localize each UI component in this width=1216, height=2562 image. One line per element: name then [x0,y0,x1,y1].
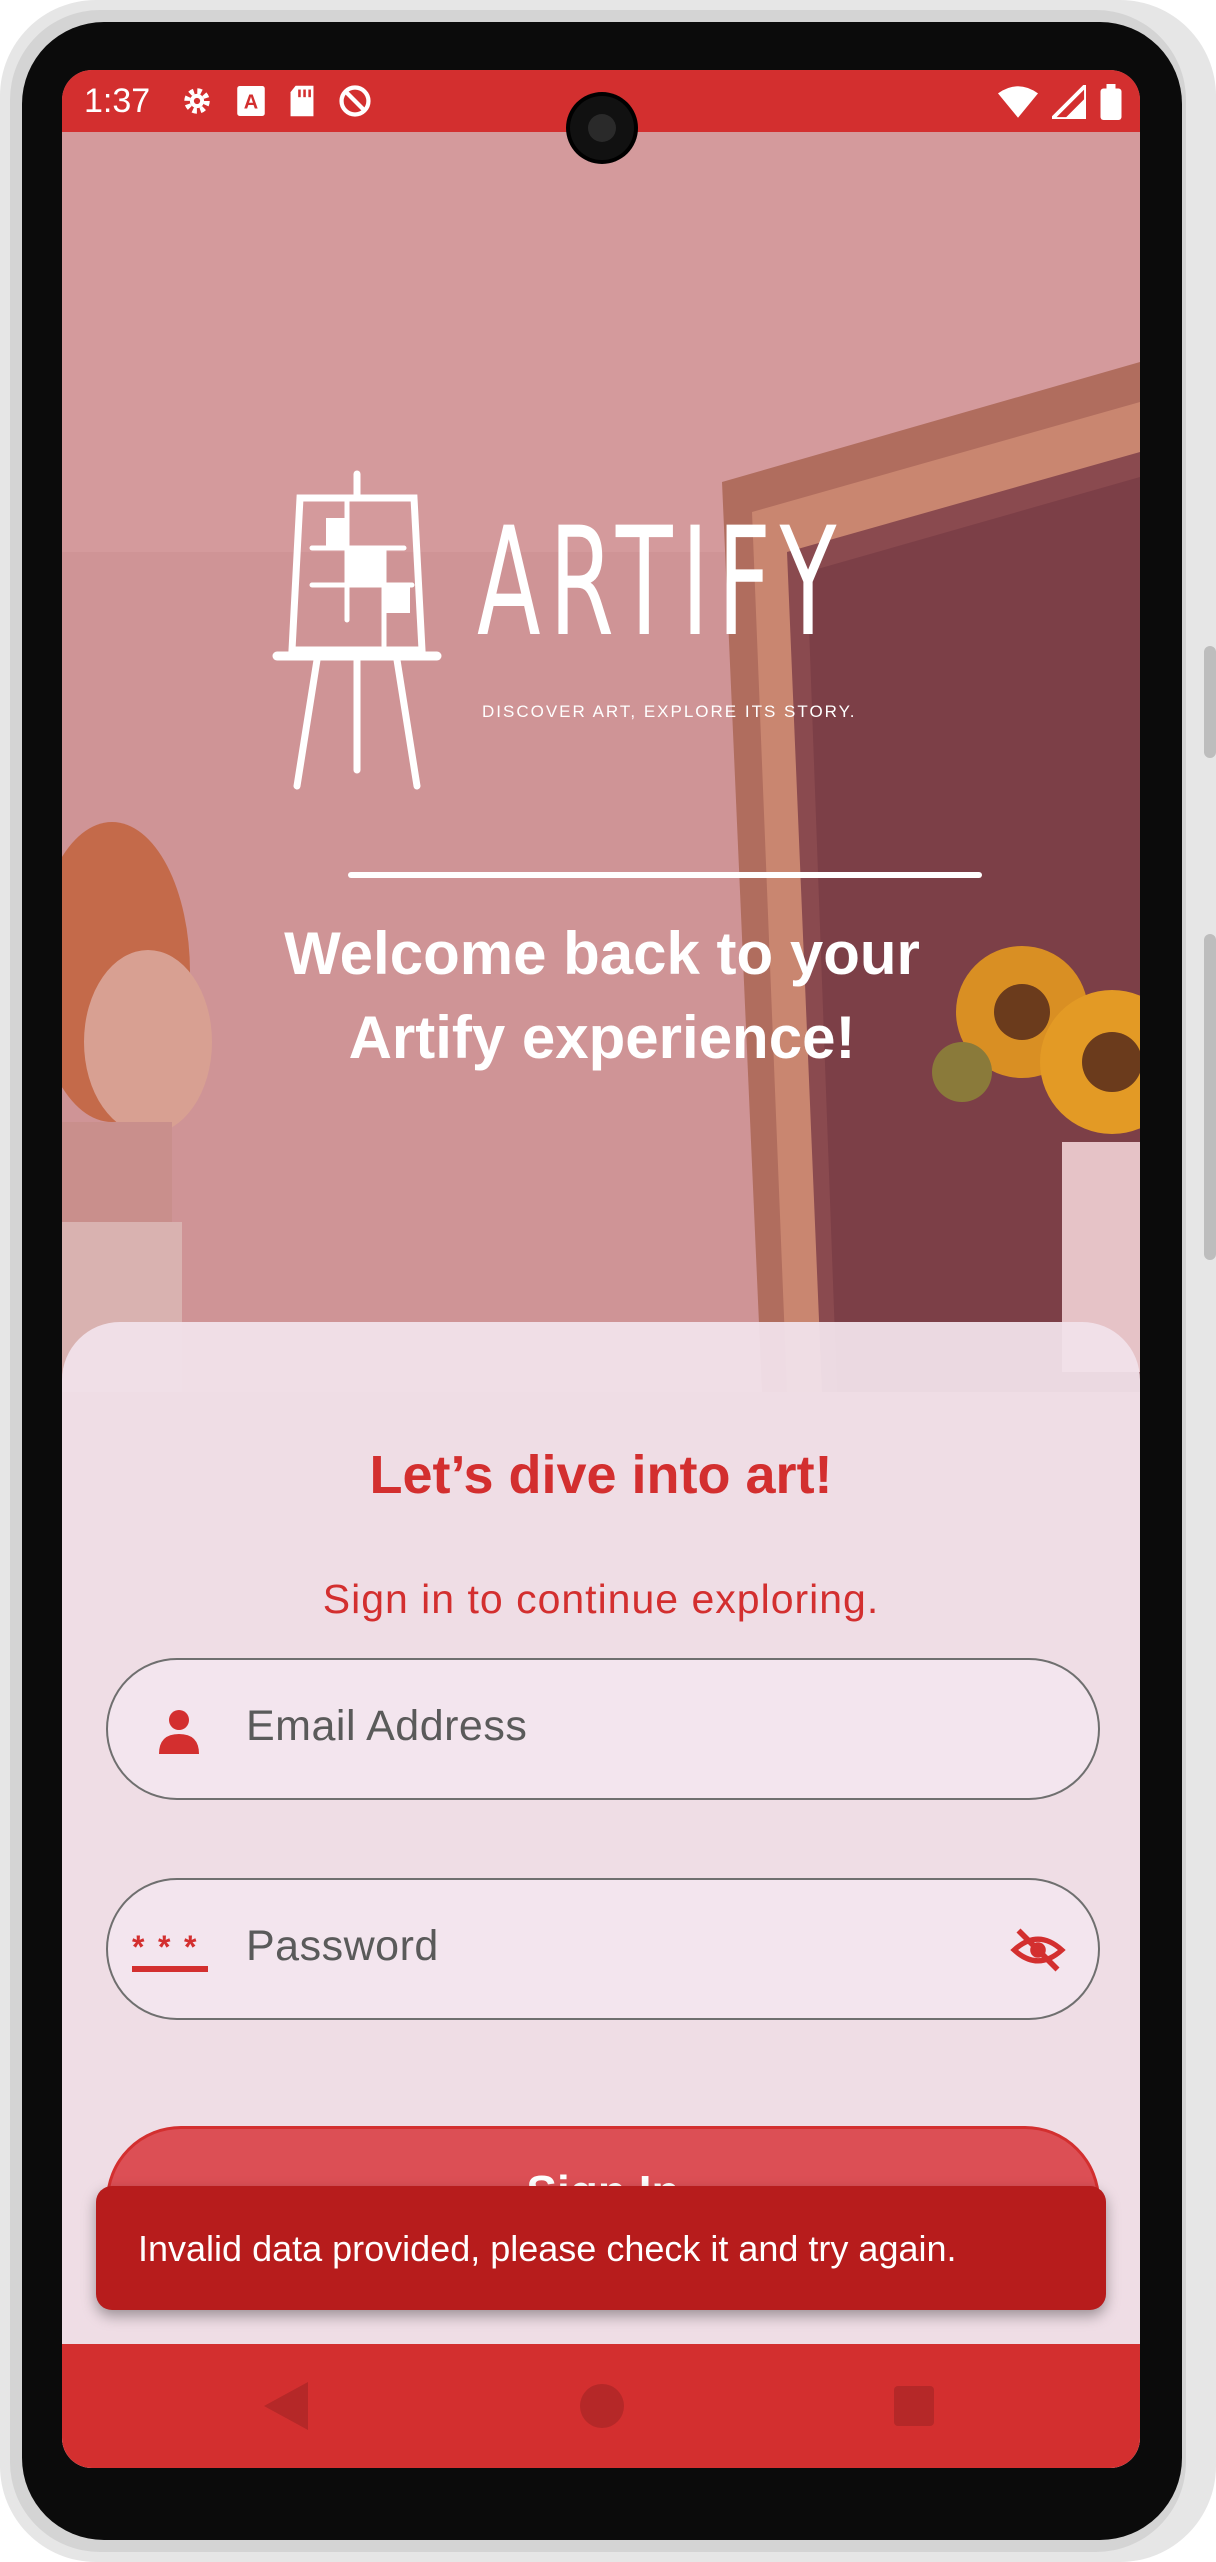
back-icon[interactable] [264,2382,308,2430]
logo-divider [348,872,982,878]
svg-text:*: * [184,1929,197,1965]
svg-text:*: * [158,1929,171,1965]
power-button [1204,646,1216,758]
artify-logo: ARTIFY DISCOVER ART, EXPLORE ITS STORY. [272,470,982,890]
settings-icon [184,88,210,114]
hero-section: ARTIFY DISCOVER ART, EXPLORE ITS STORY. … [62,132,1140,1392]
password-field[interactable]: * * * Password [106,1878,1100,2020]
status-icons-left: A [180,84,372,118]
recents-icon[interactable] [894,2386,934,2426]
do-not-disturb-icon [339,85,371,117]
signal-icon [1052,85,1086,119]
snackbar-message: Invalid data provided, please check it a… [138,2228,957,2269]
wifi-icon [998,86,1038,118]
volume-button [1204,934,1216,1260]
welcome-heading: Welcome back to your Artify experience! [162,912,1042,1080]
card-subtitle: Sign in to continue exploring. [322,1576,880,1622]
front-camera [570,96,634,160]
status-icons-right [998,84,1122,120]
password-dots-icon: * * * [132,1929,208,1972]
home-icon[interactable] [580,2384,624,2428]
svg-text:A: A [244,92,258,114]
welcome-line-2: Artify experience! [348,1004,856,1071]
keyboard-a-icon: A [237,86,265,116]
easel-logo-icon [272,470,442,790]
email-field[interactable]: Email Address [106,1658,1100,1800]
visibility-off-icon[interactable] [1008,1924,1068,1976]
navigation-bar [62,2344,1140,2468]
sd-card-icon [290,85,314,117]
person-icon [159,1710,199,1754]
password-placeholder: Password [246,1922,439,1970]
svg-text:*: * [132,1929,145,1965]
card-title: Let’s dive into art! [369,1445,833,1505]
error-snackbar: Invalid data provided, please check it a… [96,2186,1106,2310]
email-placeholder: Email Address [246,1702,528,1750]
battery-icon [1100,84,1122,120]
logo-tagline: DISCOVER ART, EXPLORE ITS STORY. [482,702,857,721]
welcome-line-1: Welcome back to your [284,920,920,987]
status-time: 1:37 [84,82,151,120]
screen: ARTIFY DISCOVER ART, EXPLORE ITS STORY. … [62,70,1140,2468]
logo-wordmark: ARTIFY [477,496,846,670]
